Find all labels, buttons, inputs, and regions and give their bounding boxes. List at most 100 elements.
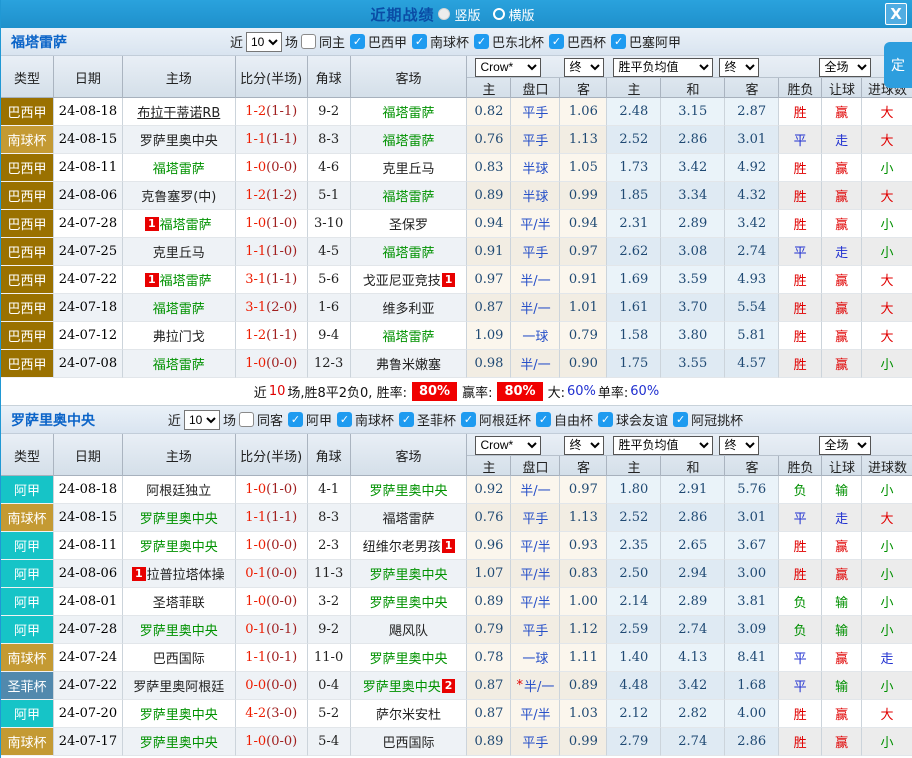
league-checkbox[interactable]: ✓: [287, 412, 303, 427]
away-team[interactable]: 福塔雷萨: [383, 508, 435, 527]
scope-select[interactable]: 全场: [819, 435, 872, 455]
final-avg-select[interactable]: 终: [719, 57, 760, 77]
away-team[interactable]: 福塔雷萨: [383, 186, 435, 205]
same-venue-checkbox[interactable]: [300, 34, 316, 49]
final-odds-select[interactable]: 终: [564, 435, 605, 455]
away-team-cell: 罗萨里奥中央 2: [350, 672, 468, 700]
away-team[interactable]: 圣保罗: [389, 214, 428, 233]
avg-select[interactable]: 胜平负均值: [613, 57, 714, 77]
home-team[interactable]: 罗萨里奥中央: [140, 732, 218, 751]
avg-select[interactable]: 胜平负均值: [613, 435, 714, 455]
home-team[interactable]: 罗萨里奥中央: [140, 508, 218, 527]
league-checkbox[interactable]: ✓: [673, 412, 689, 427]
column-header: 和: [661, 456, 726, 476]
avg-away: 3.01: [725, 126, 780, 154]
result-goals: 小: [862, 476, 912, 504]
away-team[interactable]: 克里丘马: [383, 158, 435, 177]
bookmaker-select[interactable]: Crow*: [475, 435, 542, 455]
league-checkbox[interactable]: ✓: [399, 412, 414, 427]
league-checkbox[interactable]: ✓: [461, 412, 477, 427]
home-team[interactable]: 弗拉门戈: [153, 326, 205, 345]
home-team[interactable]: 克里丘马: [153, 242, 205, 261]
home-team[interactable]: 福塔雷萨: [160, 270, 212, 289]
away-team[interactable]: 福塔雷萨: [383, 326, 435, 345]
odds-home: 0.76: [467, 504, 512, 532]
match-date: 24-08-15: [53, 504, 123, 532]
home-team[interactable]: 福塔雷萨: [153, 354, 205, 373]
bookmaker-select[interactable]: Crow*: [475, 57, 542, 77]
avg-away: 1.68: [725, 672, 780, 700]
league-label: 阿甲: [305, 414, 332, 429]
home-team[interactable]: 阿根廷独立: [146, 480, 211, 499]
home-team[interactable]: 罗萨里奥中央: [140, 620, 218, 639]
away-team[interactable]: 福塔雷萨: [383, 242, 435, 261]
league-checkbox[interactable]: ✓: [598, 412, 614, 427]
avg-draw: 2.74: [661, 728, 726, 756]
away-team[interactable]: 福塔雷萨: [383, 102, 435, 121]
home-team[interactable]: 福塔雷萨: [153, 298, 205, 317]
away-team[interactable]: 萨尔米安杜: [376, 704, 441, 723]
league-checkbox[interactable]: ✓: [611, 34, 627, 49]
league-checkbox[interactable]: ✓: [536, 412, 552, 427]
home-team[interactable]: 福塔雷萨: [160, 214, 212, 233]
away-team[interactable]: 罗萨里奥中央: [370, 564, 448, 583]
close-icon[interactable]: X: [885, 3, 907, 25]
away-team[interactable]: 纽维尔老男孩: [363, 536, 441, 555]
home-team[interactable]: 罗萨里奥中央: [140, 536, 218, 555]
match-score: 1-2 (1-1): [235, 98, 308, 126]
away-team[interactable]: 巴西国际: [383, 732, 435, 751]
match-date: 24-07-22: [53, 266, 123, 294]
final-odds-select[interactable]: 终: [564, 57, 605, 77]
recent-count-select[interactable]: 10: [183, 409, 220, 430]
match-row: 阿甲 24-08-06 1 拉普拉塔体操 0-1 (0-0) 11-3 罗萨里奥中央 1.07 平…: [1, 560, 912, 588]
home-team[interactable]: 布拉干蒂诺RB: [137, 102, 220, 121]
home-team-cell: 福塔雷萨: [122, 154, 236, 182]
customize-button[interactable]: 定: [884, 42, 912, 88]
vertical-layout-radio[interactable]: [438, 8, 451, 20]
away-team[interactable]: 罗萨里奥中央: [370, 648, 448, 667]
horizontal-layout-radio[interactable]: [492, 8, 505, 20]
away-team[interactable]: 罗萨里奥中央: [370, 480, 448, 499]
avg-draw: 2.89: [661, 210, 726, 238]
team-name[interactable]: 罗萨里奥中央: [11, 410, 95, 430]
home-team[interactable]: 罗萨里奥中央: [140, 130, 218, 149]
league-checkbox[interactable]: ✓: [336, 412, 352, 427]
league-checkbox[interactable]: ✓: [474, 34, 490, 49]
away-team[interactable]: 弗鲁米嫩塞: [376, 354, 441, 373]
scope-select[interactable]: 全场: [819, 57, 872, 77]
result-goals: 小: [862, 350, 912, 378]
home-team[interactable]: 罗萨里奥中央: [140, 704, 218, 723]
avg-home: 2.31: [607, 210, 662, 238]
away-team[interactable]: 维多利亚: [383, 298, 435, 317]
final-avg-select[interactable]: 终: [719, 435, 760, 455]
league-label: 南球杯: [430, 36, 470, 51]
recent-count-select[interactable]: 10: [245, 31, 282, 52]
away-team[interactable]: 飓风队: [389, 620, 428, 639]
away-team[interactable]: 福塔雷萨: [383, 130, 435, 149]
result-wdl: 负: [779, 476, 823, 504]
rate-badge: 80%: [497, 382, 543, 401]
column-header: 主: [467, 456, 512, 476]
team-name[interactable]: 福塔雷萨: [11, 32, 67, 52]
away-team[interactable]: 罗萨里奥中央: [370, 592, 448, 611]
corner-score: 5-6: [307, 266, 351, 294]
odds-handicap: 平手: [511, 238, 561, 266]
column-header: 让球: [822, 456, 863, 476]
away-team[interactable]: 罗萨里奥中央: [363, 676, 441, 695]
league-checkbox[interactable]: ✓: [549, 34, 565, 49]
match-row: 巴西甲 24-07-22 1 福塔雷萨 3-1 (1-1) 5-6 戈亚尼亚竞技 1 0.97 半/…: [1, 266, 912, 294]
same-venue-checkbox[interactable]: [238, 412, 254, 427]
home-team[interactable]: 罗萨里奥阿根廷: [133, 676, 224, 695]
match-row: 阿甲 24-08-11 罗萨里奥中央 1-0 (0-0) 2-3 纽维尔老男孩 1 0.96 平/…: [1, 532, 912, 560]
home-team[interactable]: 巴西国际: [153, 648, 205, 667]
league-checkbox[interactable]: ✓: [349, 34, 365, 49]
home-team[interactable]: 福塔雷萨: [153, 158, 205, 177]
odds-handicap: 平/半: [511, 210, 561, 238]
odds-home: 0.78: [467, 644, 512, 672]
home-team[interactable]: 拉普拉塔体操: [147, 564, 225, 583]
odds-handicap: 平手: [511, 616, 561, 644]
league-checkbox[interactable]: ✓: [412, 34, 427, 49]
away-team[interactable]: 戈亚尼亚竞技: [363, 270, 441, 289]
home-team[interactable]: 圣塔菲联: [153, 592, 205, 611]
home-team[interactable]: 克鲁塞罗(中): [141, 186, 216, 205]
